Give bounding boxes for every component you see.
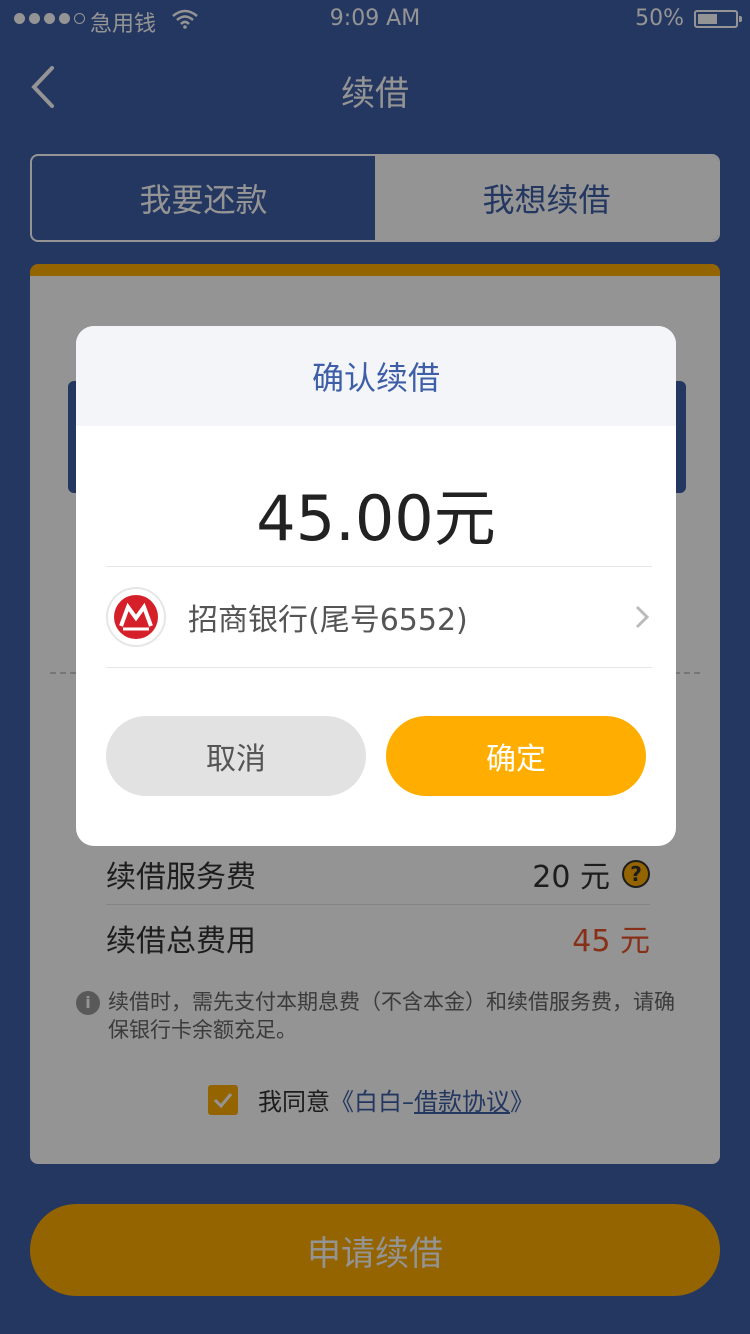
bank-name: 招商银行(尾号6552)	[188, 603, 468, 638]
dialog-title: 确认续借	[76, 326, 676, 426]
dialog-buttons: 取消 确定	[106, 716, 646, 796]
chevron-right-icon	[635, 605, 650, 629]
dialog-amount: 45.00元	[256, 482, 496, 555]
confirm-dialog: 确认续借 45.00元 招商银行(尾号6552) 取消 确定	[76, 326, 676, 846]
cancel-button[interactable]: 取消	[106, 716, 366, 796]
confirm-button[interactable]: 确定	[386, 716, 646, 796]
cmb-bank-logo-icon	[106, 587, 166, 647]
app-screen: 急用钱 9:09 AM 50% 续借 我要还款 我想续借 续借服务费 20 元 …	[0, 0, 750, 1334]
bank-card-selector[interactable]: 招商银行(尾号6552)	[106, 566, 652, 668]
